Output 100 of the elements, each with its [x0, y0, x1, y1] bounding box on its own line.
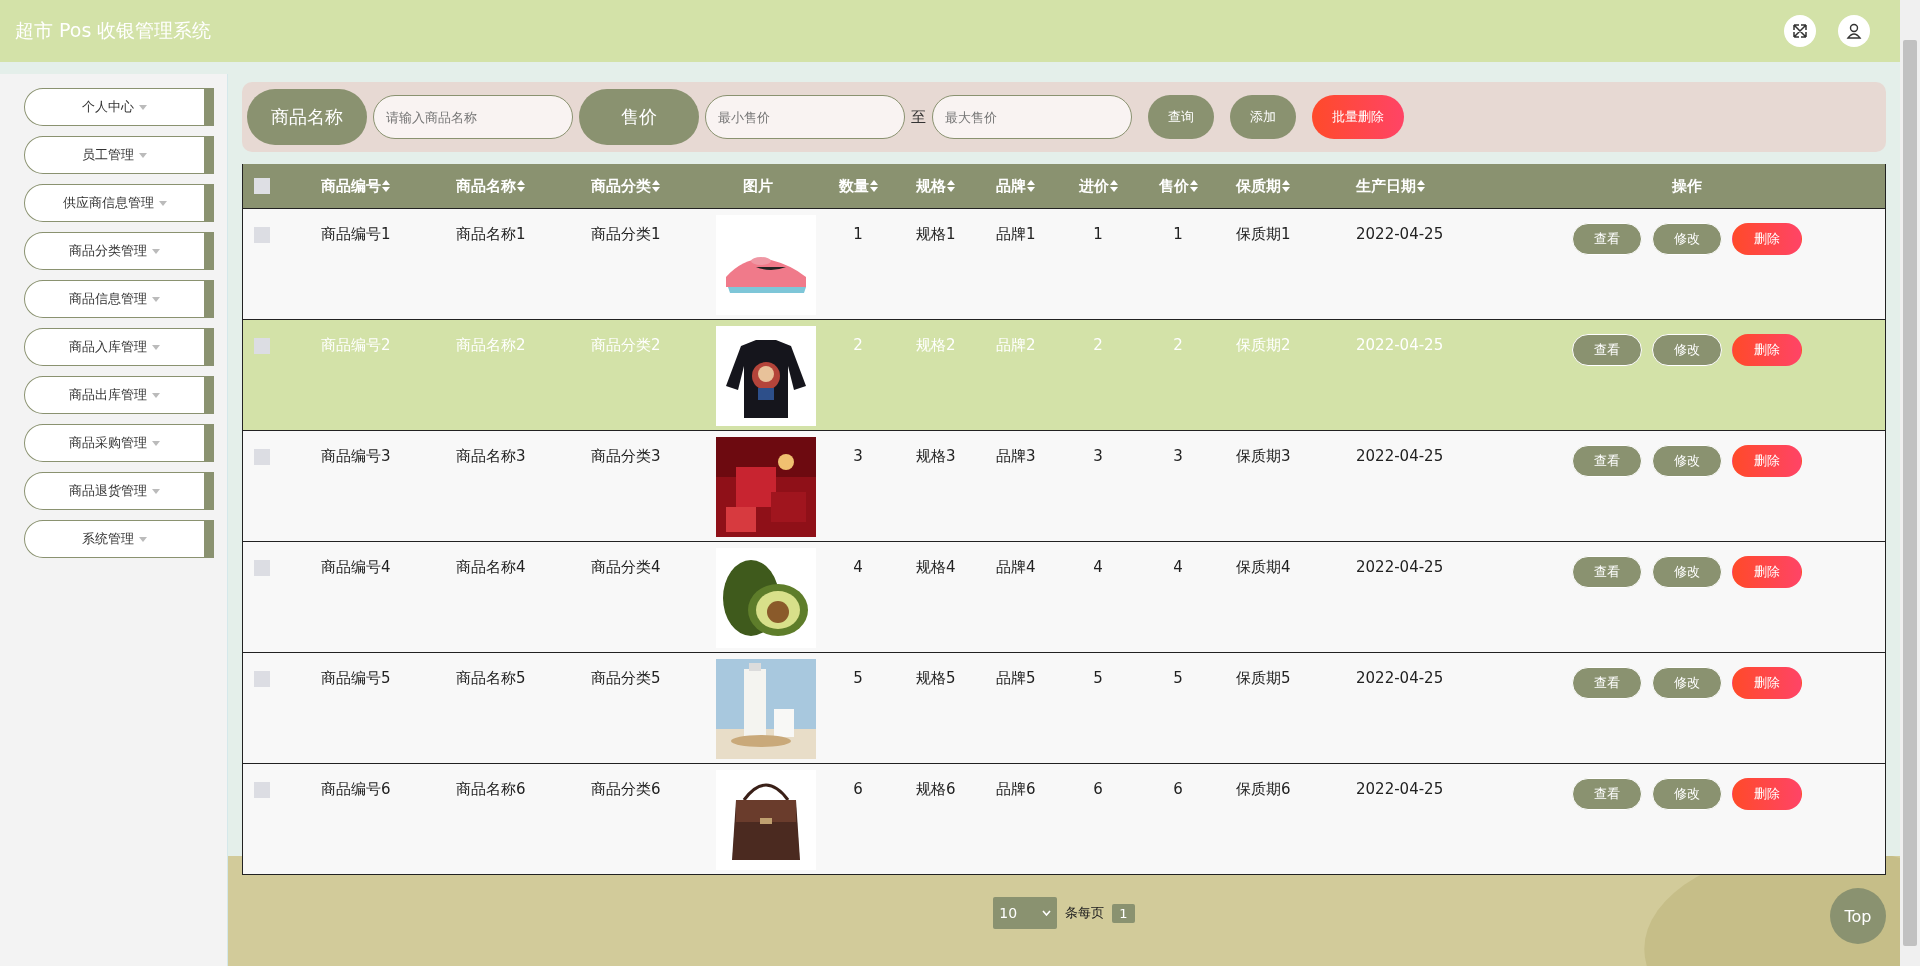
batch-delete-button[interactable]: 批量删除 [1312, 95, 1404, 139]
field-label: 售价 [579, 89, 699, 145]
table-cell: 1 [853, 225, 863, 243]
name-input[interactable]: 请输入商品名称 [373, 95, 573, 139]
view-button[interactable]: 查看 [1571, 334, 1642, 366]
table-cell: 1 [1093, 225, 1103, 243]
delete-button[interactable]: 删除 [1731, 334, 1802, 366]
table-cell: 商品编号6 [321, 780, 391, 798]
view-button[interactable]: 查看 [1571, 778, 1642, 810]
checkbox[interactable] [254, 338, 270, 354]
sidebar-item[interactable]: 系统管理 [24, 520, 214, 558]
table-cell: 商品编号5 [321, 669, 391, 687]
edit-button[interactable]: 修改 [1651, 556, 1722, 588]
sidebar-item[interactable]: 商品分类管理 [24, 232, 214, 270]
sort-icon[interactable] [1189, 180, 1198, 192]
caret-icon [139, 152, 147, 158]
sort-icon[interactable] [517, 180, 525, 192]
checkbox[interactable] [254, 178, 270, 194]
table-row[interactable]: 商品编号3 商品名称3 商品分类3 3 规格3 品牌3 3 3 保质期3 2022-04-25 查看 修改 删除 [243, 430, 1885, 541]
column-header: 商品编号 [321, 176, 381, 196]
table-cell: 2022-04-25 [1356, 669, 1444, 687]
sort-icon[interactable] [652, 180, 660, 192]
page-number[interactable]: 1 [1112, 903, 1135, 923]
table-cell: 商品名称2 [456, 336, 526, 354]
table-cell: 3 [1093, 447, 1103, 465]
sidebar-item[interactable]: 商品采购管理 [24, 424, 214, 462]
table-cell: 6 [853, 780, 863, 798]
sidebar-item[interactable]: 商品信息管理 [24, 280, 214, 318]
table-row[interactable]: 商品编号4 商品名称4 商品分类4 4 规格4 品牌4 4 4 保质期4 2022-04-25 查看 修改 删除 [243, 541, 1885, 652]
table-cell: 1 [1173, 225, 1183, 243]
table-cell: 商品名称6 [456, 780, 526, 798]
delete-button[interactable]: 删除 [1731, 445, 1802, 477]
column-header: 售价 [1158, 176, 1189, 196]
table-cell: 6 [1173, 780, 1183, 798]
table-cell: 2 [1093, 336, 1103, 354]
delete-button[interactable]: 删除 [1731, 223, 1802, 255]
view-button[interactable]: 查看 [1571, 223, 1642, 255]
delete-button[interactable]: 删除 [1731, 778, 1802, 810]
view-button[interactable]: 查看 [1571, 445, 1642, 477]
user-icon[interactable] [1838, 15, 1870, 47]
sidebar-item[interactable]: 个人中心 [24, 88, 214, 126]
sort-icon[interactable] [1417, 180, 1425, 192]
table-row[interactable]: 商品编号2 商品名称2 商品分类2 2 规格2 品牌2 2 2 保质期2 2022-04-25 查看 修改 删除 [243, 319, 1885, 430]
sidebar-item[interactable]: 商品退货管理 [24, 472, 214, 510]
checkbox[interactable] [254, 782, 270, 798]
sort-icon[interactable] [1027, 180, 1035, 192]
sidebar-item[interactable]: 员工管理 [24, 136, 214, 174]
sort-icon[interactable] [947, 180, 955, 192]
table-cell: 品牌2 [996, 336, 1036, 354]
edit-button[interactable]: 修改 [1651, 445, 1722, 477]
caret-icon [152, 248, 160, 254]
fullscreen-icon[interactable] [1784, 15, 1816, 47]
sidebar-item[interactable]: 商品出库管理 [24, 376, 214, 414]
table-cell: 品牌6 [996, 780, 1036, 798]
sidebar-item[interactable]: 供应商信息管理 [24, 184, 214, 222]
table-cell: 商品分类5 [591, 669, 661, 687]
delete-button[interactable]: 删除 [1731, 667, 1802, 699]
sort-icon[interactable] [382, 180, 390, 192]
min-price-input[interactable]: 最小售价 [705, 95, 905, 139]
checkbox[interactable] [254, 671, 270, 687]
edit-button[interactable]: 修改 [1651, 223, 1722, 255]
table-cell: 2022-04-25 [1356, 336, 1444, 354]
sort-icon[interactable] [1109, 180, 1118, 192]
sort-icon[interactable] [1282, 180, 1290, 192]
view-button[interactable]: 查看 [1571, 667, 1642, 699]
table-cell: 规格6 [916, 780, 956, 798]
checkbox[interactable] [254, 560, 270, 576]
column-header: 保质期 [1236, 176, 1281, 196]
table-cell: 商品编号4 [321, 558, 391, 576]
search-button[interactable]: 查询 [1148, 95, 1214, 139]
table-cell: 保质期4 [1236, 558, 1291, 576]
max-price-input[interactable]: 最大售价 [932, 95, 1132, 139]
table-cell: 保质期5 [1236, 669, 1291, 687]
table-cell: 规格3 [916, 447, 956, 465]
table-row[interactable]: 商品编号1 商品名称1 商品分类1 1 规格1 品牌1 1 1 保质期1 2022-04-25 查看 修改 删除 [243, 208, 1885, 319]
view-button[interactable]: 查看 [1571, 556, 1642, 588]
sort-icon[interactable] [869, 180, 878, 192]
table-cell: 品牌1 [996, 225, 1036, 243]
column-header: 生产日期 [1356, 176, 1416, 196]
checkbox[interactable] [254, 449, 270, 465]
search-button[interactable]: 添加 [1230, 95, 1296, 139]
delete-button[interactable]: 删除 [1731, 556, 1802, 588]
page-size-select[interactable]: 10 [993, 897, 1058, 929]
edit-button[interactable]: 修改 [1651, 667, 1722, 699]
table-cell: 4 [1093, 558, 1103, 576]
edit-button[interactable]: 修改 [1651, 334, 1722, 366]
table-cell: 商品编号2 [321, 336, 391, 354]
table-cell: 商品分类3 [591, 447, 661, 465]
edit-button[interactable]: 修改 [1651, 778, 1722, 810]
page-size-label: 条每页 [1065, 904, 1105, 922]
table-cell: 商品编号3 [321, 447, 391, 465]
table-cell: 规格1 [916, 225, 956, 243]
checkbox[interactable] [254, 227, 270, 243]
table-row[interactable]: 商品编号5 商品名称5 商品分类5 5 规格5 品牌5 5 5 保质期5 2022-04-25 查看 修改 删除 [243, 652, 1885, 763]
table-row[interactable]: 商品编号6 商品名称6 商品分类6 6 规格6 品牌6 6 6 保质期6 2022-04-25 查看 修改 删除 [243, 763, 1885, 874]
table-cell: 商品名称5 [456, 669, 526, 687]
table-cell: 商品分类1 [591, 225, 661, 243]
sidebar-item[interactable]: 商品入库管理 [24, 328, 214, 366]
table-cell: 2022-04-25 [1356, 447, 1444, 465]
scrollbar[interactable] [1900, 0, 1920, 966]
